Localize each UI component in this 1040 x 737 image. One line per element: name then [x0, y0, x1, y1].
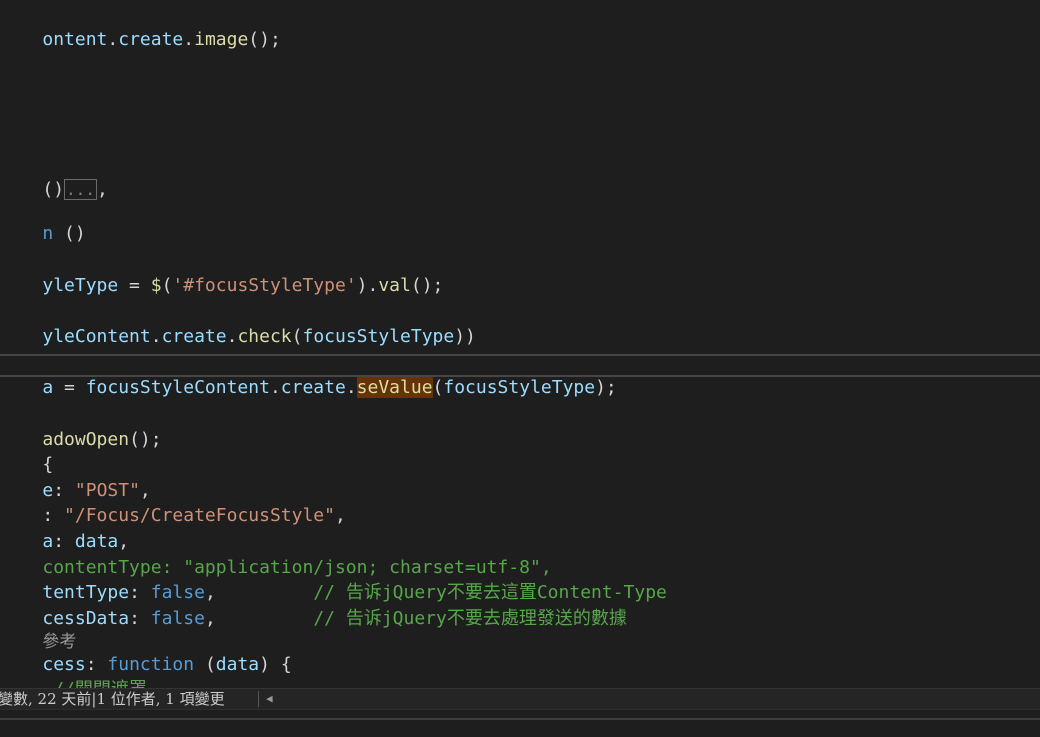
token: ( [291, 326, 303, 347]
token: create [161, 326, 227, 347]
token: image [194, 29, 249, 50]
token: (); [248, 29, 281, 50]
token: ); [595, 377, 617, 398]
code-line: adowOpen(); [0, 407, 161, 450]
token: create [118, 29, 184, 50]
token: ( [161, 275, 173, 296]
token: (); [129, 429, 162, 450]
token: ontent [42, 29, 108, 50]
token: yleContent [42, 326, 151, 347]
token: . [345, 377, 357, 398]
code-line: //關閉遮罩 [0, 657, 147, 688]
token: : [129, 608, 151, 629]
token: data [215, 654, 260, 675]
token: create [280, 377, 346, 398]
code-line: { [0, 432, 53, 475]
code-line: yleContent.create.check(focusStyleType)) [0, 304, 476, 347]
token: ). [356, 275, 379, 296]
token: adowOpen [42, 429, 130, 450]
token: n [42, 223, 54, 244]
code-line: contentType: "application/json; charset=… [0, 535, 551, 578]
codelens-info[interactable]: 變數, 22 天前|1 位作者, 1 項變更 [0, 689, 225, 709]
code-line: ()..., [0, 157, 108, 200]
token: ) { [259, 654, 292, 675]
token: // 告诉jQuery不要去處理發送的數據 [215, 608, 627, 629]
code-line: : "/Focus/CreateFocusStyle", [0, 483, 345, 526]
code-line-current: a = focusStyleContent.create.seValue(foc… [0, 355, 617, 398]
divider [258, 691, 259, 707]
token: )) [454, 326, 476, 347]
token: (); [410, 275, 444, 296]
token: yleType [42, 275, 119, 296]
token: , [334, 505, 346, 526]
token: , [204, 608, 216, 629]
token: () [53, 223, 86, 244]
token: a [42, 377, 54, 398]
scroll-left-icon[interactable]: ◀ [266, 693, 273, 705]
token: , [96, 179, 108, 200]
token: . [150, 326, 162, 347]
token: focusStyleContent [85, 377, 270, 398]
token: . [269, 377, 281, 398]
code-line: a: data, [0, 509, 129, 552]
code-editor[interactable]: ontent.create.image(); ()..., n () yleTy… [0, 0, 1040, 688]
token: '#focusStyleType' [172, 275, 357, 296]
horizontal-scrollbar[interactable] [0, 718, 1040, 720]
code-line: ontent.create.image(); [0, 7, 280, 50]
codelens-bar: 變數, 22 天前|1 位作者, 1 項變更 ◀ [0, 688, 1040, 709]
token: . [107, 29, 119, 50]
token: focusStyleType [443, 377, 596, 398]
token: //關閉遮罩 [42, 679, 147, 688]
code-line: tentType: false, // 告诉jQuery不要去這置Content… [0, 560, 667, 603]
token: = [53, 377, 86, 398]
code-line: cessData: false, // 告诉jQuery不要去處理發送的數據 [0, 586, 627, 629]
code-line: yleType = $('#focusStyleType').val(); [0, 253, 443, 296]
code-line: e: "POST", [0, 458, 150, 501]
editor-bottom-bar [0, 709, 1040, 737]
token: $ [150, 275, 162, 296]
token: val [378, 275, 411, 296]
token: ( [194, 654, 216, 675]
token: ( [432, 377, 444, 398]
token: false [150, 608, 205, 629]
codelens-references[interactable]: 參考 [0, 609, 76, 652]
token: check [237, 326, 292, 347]
token: () [42, 179, 65, 200]
token: = [118, 275, 151, 296]
token: . [183, 29, 195, 50]
code-line: cess: function (data) { [0, 632, 291, 675]
token: focusStyleType [302, 326, 455, 347]
code-line: n () [0, 201, 85, 244]
collapsed-region-button[interactable]: ... [64, 179, 97, 200]
token: . [226, 326, 238, 347]
highlighted-token: seValue [356, 377, 433, 398]
